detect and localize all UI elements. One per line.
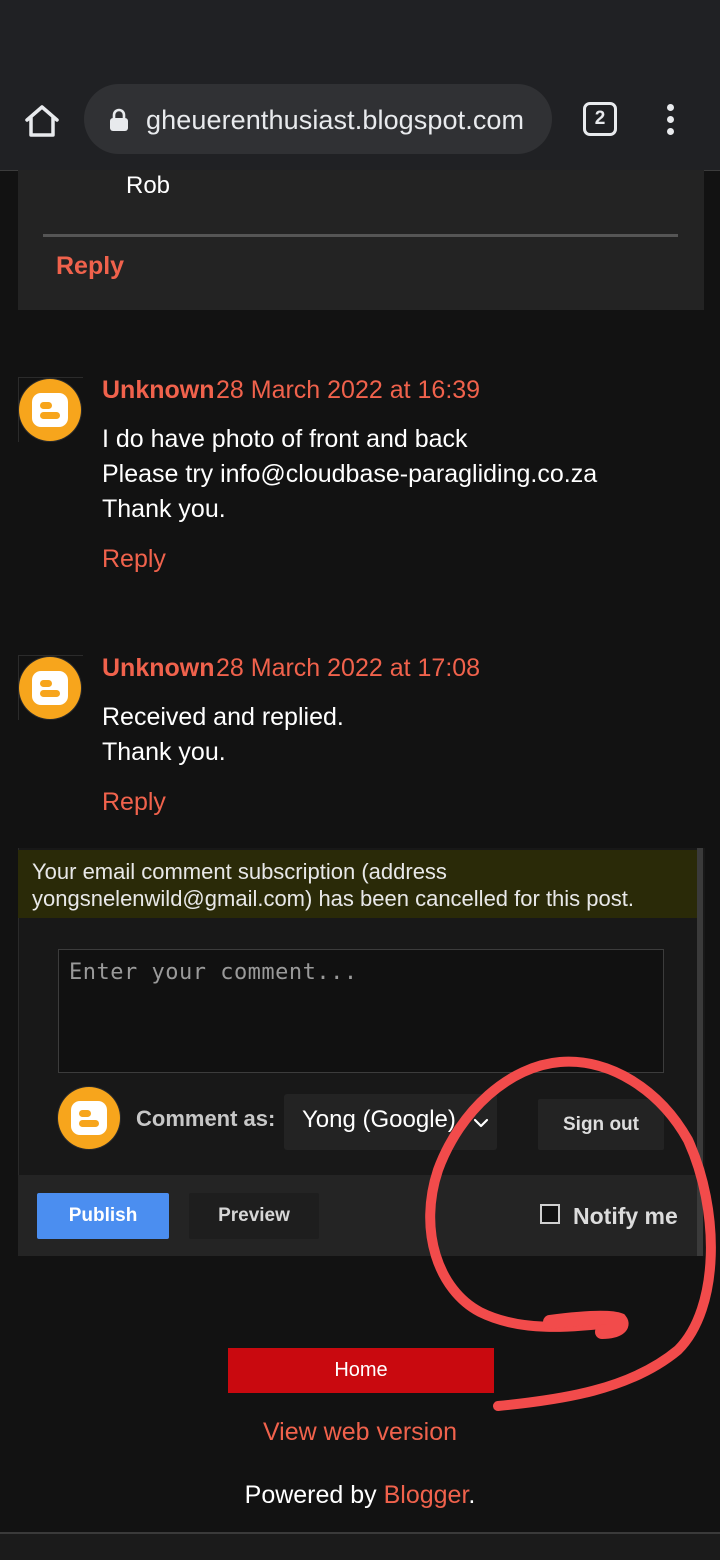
comment-text: Received and replied.: [102, 703, 344, 731]
lock-icon: [108, 108, 130, 132]
reply-link[interactable]: Reply: [56, 252, 124, 281]
comment-date[interactable]: 28 March 2022 at 16:39: [216, 376, 480, 405]
previous-comment-card: [18, 170, 704, 310]
status-bar: [0, 0, 720, 78]
comment-text: I do have photo of front and back: [102, 425, 468, 453]
blogger-link[interactable]: Blogger: [384, 1481, 469, 1509]
comment-text: Please try info@cloudbase-paragliding.co…: [102, 460, 598, 488]
bottom-bar: [0, 1534, 720, 1560]
comment-signature: Rob: [126, 172, 171, 199]
home-icon[interactable]: [18, 98, 66, 146]
reply-link[interactable]: Reply: [102, 788, 166, 817]
comment-author[interactable]: Unknown: [102, 376, 215, 405]
powered-by-suffix: .: [468, 1481, 476, 1509]
sign-out-button[interactable]: Sign out: [538, 1099, 664, 1150]
preview-button[interactable]: Preview: [189, 1193, 319, 1239]
more-menu-icon[interactable]: [655, 100, 687, 140]
identity-value[interactable]: Yong (Google): [302, 1106, 456, 1134]
comment-text: Thank you.: [102, 495, 226, 523]
comment-date[interactable]: 28 March 2022 at 17:08: [216, 654, 480, 683]
notice-line: Your email comment subscription (address: [32, 859, 447, 884]
scrollbar[interactable]: [697, 848, 703, 1256]
powered-by-text: Powered by: [244, 1481, 384, 1509]
home-button[interactable]: Home: [228, 1348, 494, 1393]
divider: [43, 234, 678, 237]
reply-link[interactable]: Reply: [102, 545, 166, 574]
comment-input[interactable]: [58, 949, 664, 1073]
comment-author[interactable]: Unknown: [102, 654, 215, 683]
blogger-avatar-icon: [19, 657, 81, 719]
comment-text: Thank you.: [102, 738, 226, 766]
blogger-avatar-icon: [58, 1087, 120, 1149]
notify-label[interactable]: Notify me: [573, 1203, 678, 1230]
powered-by: Powered by Blogger.: [0, 1481, 720, 1510]
chevron-down-icon[interactable]: [470, 1112, 492, 1134]
comment-as-label: Comment as:: [136, 1106, 276, 1131]
view-web-version-link[interactable]: View web version: [0, 1418, 720, 1447]
blogger-avatar-icon: [19, 379, 81, 441]
tab-switcher-button[interactable]: 2: [583, 102, 617, 136]
notice-line: yongsnelenwild@gmail.com) has been cance…: [32, 886, 634, 911]
url-text[interactable]: gheuerenthusiast.blogspot.com: [146, 100, 524, 140]
publish-button[interactable]: Publish: [37, 1193, 169, 1239]
subscription-notice-text: Your email comment subscription (address…: [32, 858, 634, 912]
notify-checkbox[interactable]: [540, 1204, 560, 1224]
